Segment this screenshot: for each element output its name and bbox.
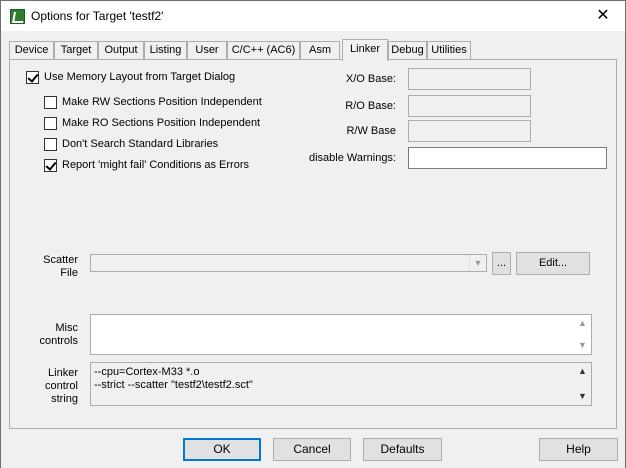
- defaults-button[interactable]: Defaults: [363, 438, 442, 461]
- scatter-file-label: Scatter File: [30, 254, 78, 280]
- tab-utilities[interactable]: Utilities: [427, 41, 471, 60]
- rw-base-field[interactable]: [408, 120, 531, 142]
- tab-debug[interactable]: Debug: [388, 41, 427, 60]
- chevron-down-icon[interactable]: ▼: [469, 255, 486, 271]
- tab-asm[interactable]: Asm: [300, 41, 340, 60]
- misc-label-line2: controls: [39, 335, 78, 347]
- scatter-file-combo[interactable]: ▼: [90, 254, 487, 272]
- misc-scrollbar[interactable]: ▲ ▼: [574, 315, 591, 354]
- misc-controls-label: Misc controls: [30, 322, 78, 348]
- dont-search-libs-checkbox[interactable]: [44, 138, 57, 151]
- scatter-label-line1: Scatter: [43, 254, 78, 266]
- linker-label-line2: control: [44, 380, 78, 392]
- help-button[interactable]: Help: [539, 438, 618, 461]
- scroll-down-icon[interactable]: ▼: [574, 337, 591, 354]
- ro-base-field[interactable]: [408, 95, 531, 117]
- xo-base-label: X/O Base:: [345, 73, 396, 85]
- rw-base-label: R/W Base: [346, 125, 396, 137]
- button-bar: OK Cancel Defaults Help: [1, 431, 625, 468]
- disable-warnings-label: disable Warnings:: [308, 152, 396, 164]
- ro-independent-label: Make RO Sections Position Independent: [62, 117, 261, 129]
- xo-base-field[interactable]: [408, 68, 531, 90]
- dont-search-libs-label: Don't Search Standard Libraries: [62, 138, 219, 150]
- linker-control-string-label: Linker control string: [30, 367, 78, 406]
- tab-device[interactable]: Device: [9, 41, 54, 60]
- scroll-down-icon[interactable]: ▼: [574, 388, 591, 405]
- misc-controls-textarea[interactable]: ▲ ▼: [90, 314, 592, 355]
- cancel-button[interactable]: Cancel: [273, 438, 351, 461]
- linker-line-1: --cpu=Cortex-M33 *.o: [94, 366, 200, 378]
- tab-linker[interactable]: Linker: [342, 39, 388, 61]
- title-bar: Options for Target 'testf2' ✕: [1, 1, 625, 31]
- might-fail-errors-checkbox[interactable]: [44, 159, 57, 172]
- options-dialog: Options for Target 'testf2' ✕ Device Tar…: [0, 0, 626, 468]
- scatter-label-line2: File: [60, 267, 78, 279]
- tab-c-cpp[interactable]: C/C++ (AC6): [227, 41, 300, 60]
- rw-independent-label: Make RW Sections Position Independent: [62, 96, 262, 108]
- window-title: Options for Target 'testf2': [31, 9, 164, 23]
- ok-button[interactable]: OK: [183, 438, 261, 461]
- might-fail-errors-label: Report 'might fail' Conditions as Errors: [62, 159, 249, 171]
- scroll-up-icon[interactable]: ▲: [574, 315, 591, 332]
- scroll-up-icon[interactable]: ▲: [574, 363, 591, 380]
- ro-base-label: R/O Base:: [345, 100, 396, 112]
- ro-independent-checkbox[interactable]: [44, 117, 57, 130]
- close-button[interactable]: ✕: [581, 1, 625, 31]
- linker-page: Use Memory Layout from Target Dialog Mak…: [9, 59, 617, 429]
- disable-warnings-field[interactable]: [408, 147, 607, 169]
- tab-user[interactable]: User: [187, 41, 227, 60]
- app-icon: [10, 9, 25, 24]
- use-memory-layout-checkbox[interactable]: [26, 71, 39, 84]
- linker-label-line3: string: [51, 393, 78, 405]
- linker-line-2: --strict --scatter "testf2\testf2.sct": [94, 379, 253, 391]
- linker-scrollbar[interactable]: ▲ ▼: [574, 363, 591, 405]
- use-memory-layout-label: Use Memory Layout from Target Dialog: [44, 71, 236, 83]
- tab-output[interactable]: Output: [98, 41, 144, 60]
- tab-listing[interactable]: Listing: [144, 41, 187, 60]
- misc-label-line1: Misc: [55, 322, 78, 334]
- scatter-edit-button[interactable]: Edit...: [516, 252, 590, 275]
- linker-control-string-textarea[interactable]: --cpu=Cortex-M33 *.o --strict --scatter …: [90, 362, 592, 406]
- tab-target[interactable]: Target: [54, 41, 98, 60]
- rw-independent-checkbox[interactable]: [44, 96, 57, 109]
- linker-label-line1: Linker: [48, 367, 78, 379]
- scatter-browse-button[interactable]: ...: [492, 252, 511, 275]
